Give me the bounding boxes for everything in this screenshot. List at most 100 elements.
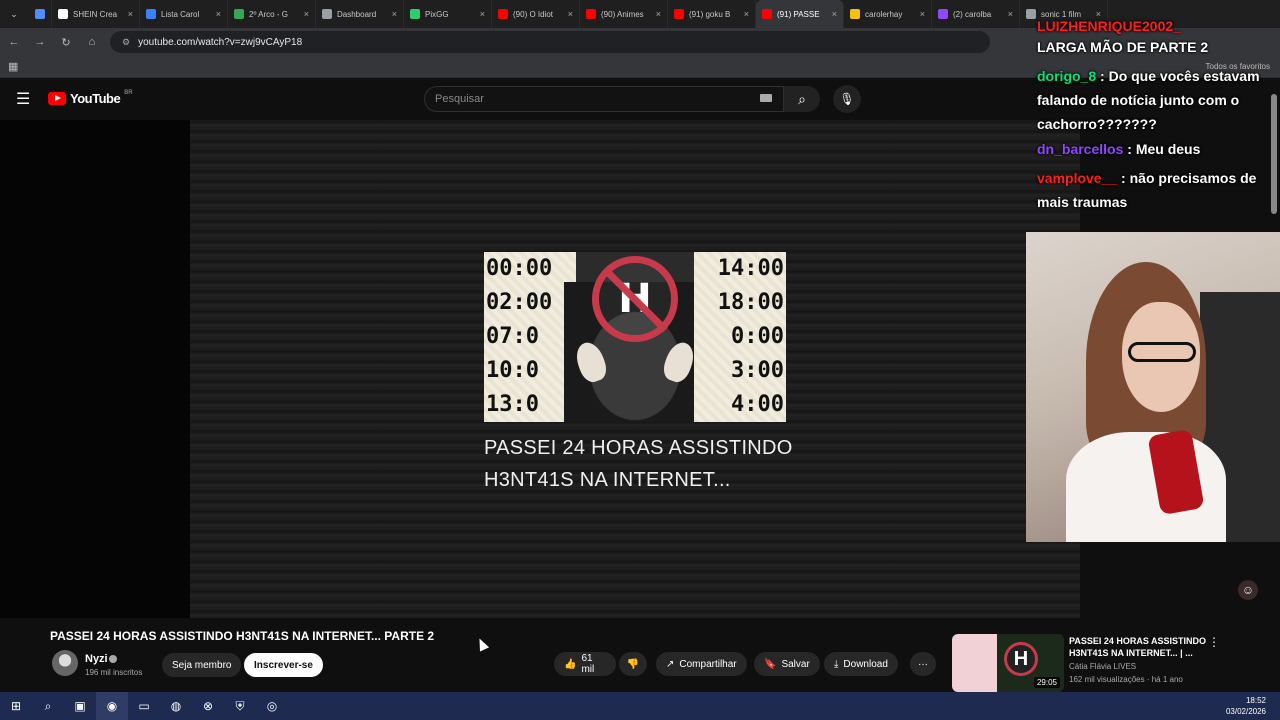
browser-tab[interactable]: PixGG × [404,0,492,28]
site-info-icon[interactable]: ⚙ [122,37,130,48]
back-icon[interactable]: ← [6,34,22,50]
forward-icon[interactable]: → [32,34,48,50]
chrome-icon[interactable]: ◉ [96,692,128,720]
browser-tab[interactable]: (90) Animes × [580,0,668,28]
tab-favicon-icon [674,9,684,19]
home-icon[interactable]: ⌂ [84,34,100,50]
browser-tab[interactable]: (91) PASSE × [756,0,844,28]
share-button[interactable]: ↗ Compartilhar [656,652,747,676]
clock-time: 18:52 [1245,696,1266,705]
tab-favicon-icon [234,9,244,19]
stream-chat-overlay: LUIZHENRIQUE2002_ LARGA MÃO DE PARTE 2 d… [1030,14,1280,224]
browser-tab[interactable] [28,0,52,28]
dislike-button[interactable]: 👎 [619,652,647,676]
search-icon: ⌕ [798,90,806,107]
more-actions-button[interactable]: ··· [910,652,936,676]
time-label: 3:00 [731,358,784,383]
thumbs-down-icon: 👎 [626,658,640,670]
recommended-channel[interactable]: Cátia Flávia LIVES [1069,662,1136,671]
player-letterbox [0,120,190,618]
share-label: Compartilhar [679,658,737,670]
recommended-more-icon[interactable]: ⋮ [1208,635,1220,649]
chat-username: LUIZHENRIQUE2002_ [1037,18,1181,34]
time-label: 13:0 [486,392,539,417]
xbox-icon[interactable]: ⊗ [192,692,224,720]
recommended-video-thumbnail[interactable]: H 29:05 [952,634,1064,692]
channel-avatar[interactable] [52,650,78,676]
tab-close-icon[interactable]: × [656,9,661,19]
bookmark-icon: 🔖 [764,658,777,670]
video-player[interactable]: 00:00 02:00 07:0 10:0 13:0 H 14:00 18:00… [190,120,1080,618]
tab-close-icon[interactable]: × [1008,9,1013,19]
search-icon[interactable]: ⌕ [32,692,64,720]
tab-search-icon[interactable]: ⌄ [0,0,28,28]
tab-close-icon[interactable]: × [480,9,485,19]
tab-favicon-icon [498,9,508,19]
video-frame-image: 00:00 02:00 07:0 10:0 13:0 H 14:00 18:00… [484,252,786,422]
subscribe-button[interactable]: Inscrever-se [244,653,323,677]
tab-favicon-icon [34,9,45,19]
windows-start-icon[interactable]: ⊞ [0,692,32,720]
browser-tab[interactable]: SHEIN Crea × [52,0,140,28]
hand-left [571,338,611,386]
apps-grid-icon[interactable]: ▦ [8,60,18,73]
tab-close-icon[interactable]: × [216,9,221,19]
chat-message: dn_barcellos : Meu deus [1037,141,1201,157]
recommended-video-title[interactable]: PASSEI 24 HORAS ASSISTINDO H3NT41S NA IN… [1069,635,1209,659]
tab-favicon-icon [410,9,420,19]
browser-tab[interactable]: (91) goku B × [668,0,756,28]
browser-tab[interactable]: carolerhay × [844,0,932,28]
share-icon: ↗ [666,658,675,670]
browser-tab[interactable]: Lista Carol × [140,0,228,28]
tab-favicon-icon [322,9,332,19]
reload-icon[interactable]: ↻ [58,34,74,50]
channel-name[interactable]: Nyzi [85,653,108,665]
youtube-logo[interactable]: YouTube BR [48,90,133,106]
tab-close-icon[interactable]: × [128,9,133,19]
youtube-play-icon [48,92,66,105]
streamer-shirt [1066,432,1226,542]
browser-tab[interactable]: (90) O Idiot × [492,0,580,28]
youtube-header: ☰ YouTube BR Pesquisar ⌕ 🎙 [0,80,1030,118]
url-text: youtube.com/watch?v=zwj9vCAyP18 [138,36,303,48]
tab-favicon-icon [938,9,948,19]
chat-message: dorigo_8 : Do que vocês estavam falando … [1037,68,1260,132]
url-field[interactable]: ⚙ youtube.com/watch?v=zwj9vCAyP18 [110,31,990,53]
tab-close-icon[interactable]: × [832,9,837,19]
browser-tab[interactable]: (2) carolba × [932,0,1020,28]
tab-close-icon[interactable]: × [744,9,749,19]
video-info-section: PASSEI 24 HORAS ASSISTINDO H3NT41S NA IN… [0,620,1280,692]
system-clock[interactable]: 18:52 03/02/2026 [1226,695,1266,717]
discord-icon[interactable]: ◍ [160,692,192,720]
tab-close-icon[interactable]: × [920,9,925,19]
tab-label: Lista Carol [161,9,200,19]
tab-close-icon[interactable]: × [392,9,397,19]
download-button[interactable]: ⤓ Download [824,652,898,676]
like-count: 61 mil [581,653,595,675]
search-button[interactable]: ⌕ [784,86,820,112]
tab-favicon-icon [850,9,860,19]
task-view-icon[interactable]: ▣ [64,692,96,720]
verified-icon [109,655,117,663]
like-button[interactable]: 👍 61 mil [554,652,616,676]
save-button[interactable]: 🔖 Salvar [754,652,820,676]
tab-label: SHEIN Crea [73,9,118,19]
security-icon[interactable]: ⛨ [224,692,256,720]
join-button[interactable]: Seja membro [162,653,242,677]
video-caption: PASSEI 24 HORAS ASSISTINDO H3NT41S NA IN… [484,432,864,496]
browser-tab[interactable]: 2º Arco - G × [228,0,316,28]
voice-search-button[interactable]: 🎙 [833,85,861,113]
file-explorer-icon[interactable]: ▭ [128,692,160,720]
chat-username: vamplove__ [1037,170,1118,186]
obs-icon[interactable]: ◎ [256,692,288,720]
tab-close-icon[interactable]: × [568,9,573,19]
webcam-overlay [1026,232,1280,542]
floating-avatar-icon[interactable]: ☺ [1238,580,1258,600]
browser-tab[interactable]: Dashboard × [316,0,404,28]
search-input[interactable]: Pesquisar [424,86,784,112]
time-label: 10:0 [486,358,539,383]
keyboard-icon[interactable] [760,94,772,102]
menu-icon[interactable]: ☰ [16,89,30,109]
time-label: 07:0 [486,324,539,349]
tab-close-icon[interactable]: × [304,9,309,19]
